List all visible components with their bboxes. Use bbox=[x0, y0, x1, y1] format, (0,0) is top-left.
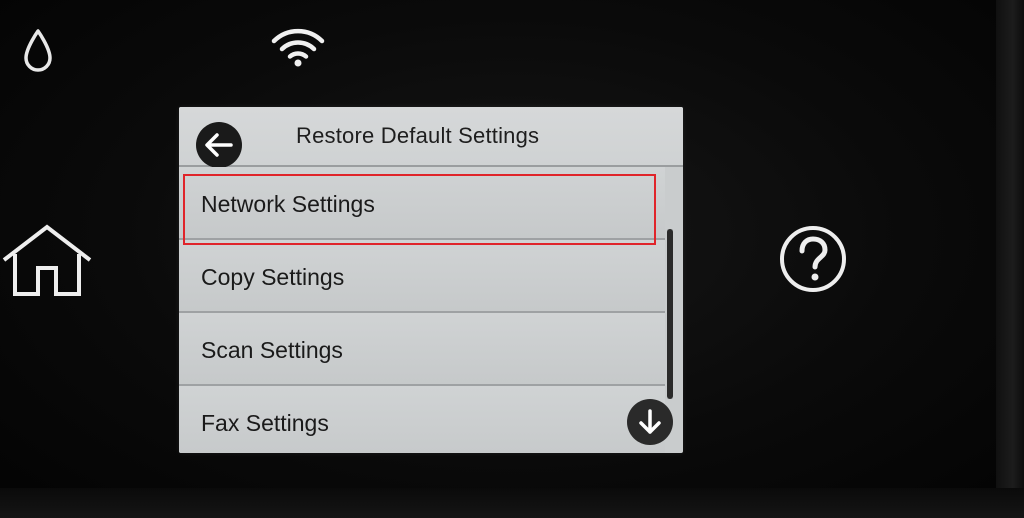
list-item-label: Copy Settings bbox=[201, 264, 345, 290]
bezel-edge bbox=[996, 0, 1024, 518]
down-arrow-icon bbox=[639, 409, 661, 434]
list-item-label: Fax Settings bbox=[201, 410, 329, 436]
bezel-bottom bbox=[0, 488, 1024, 518]
list-item-label: Scan Settings bbox=[201, 337, 343, 363]
lcd-screen: Restore Default Settings Network Setting… bbox=[179, 107, 683, 453]
home-icon[interactable] bbox=[0, 222, 94, 298]
ink-drop-icon[interactable] bbox=[22, 28, 54, 74]
title-bar: Restore Default Settings bbox=[179, 107, 683, 168]
settings-list: Network Settings Copy Settings Scan Sett… bbox=[179, 167, 665, 453]
back-button[interactable] bbox=[196, 122, 242, 168]
wifi-icon[interactable] bbox=[270, 28, 326, 68]
list-item-network-settings[interactable]: Network Settings bbox=[179, 167, 665, 240]
back-arrow-icon bbox=[205, 133, 233, 157]
list-item-label: Network Settings bbox=[201, 191, 375, 217]
help-icon[interactable] bbox=[778, 224, 848, 294]
list-item-fax-settings[interactable]: Fax Settings bbox=[179, 386, 665, 453]
scroll-down-button[interactable] bbox=[627, 399, 673, 445]
page-title: Restore Default Settings bbox=[296, 123, 540, 148]
list-item-scan-settings[interactable]: Scan Settings bbox=[179, 313, 665, 386]
list-item-copy-settings[interactable]: Copy Settings bbox=[179, 240, 665, 313]
scrollbar-thumb[interactable] bbox=[667, 229, 673, 399]
